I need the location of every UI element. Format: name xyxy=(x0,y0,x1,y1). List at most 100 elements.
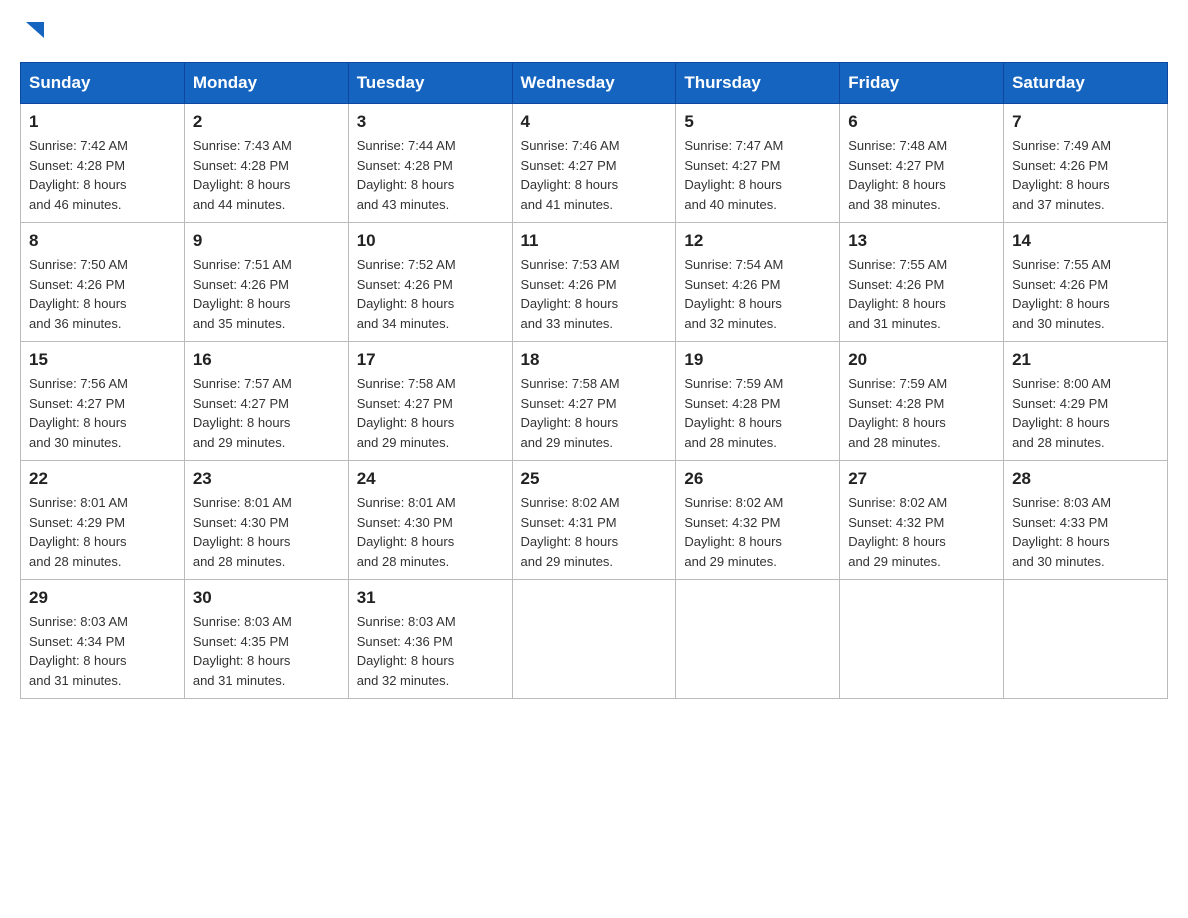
day-number: 25 xyxy=(521,469,668,489)
calendar-week-row: 1 Sunrise: 7:42 AM Sunset: 4:28 PM Dayli… xyxy=(21,104,1168,223)
calendar-cell: 15 Sunrise: 7:56 AM Sunset: 4:27 PM Dayl… xyxy=(21,342,185,461)
column-header-wednesday: Wednesday xyxy=(512,63,676,104)
day-info: Sunrise: 7:55 AM Sunset: 4:26 PM Dayligh… xyxy=(848,255,995,333)
day-info: Sunrise: 7:48 AM Sunset: 4:27 PM Dayligh… xyxy=(848,136,995,214)
day-info: Sunrise: 8:01 AM Sunset: 4:29 PM Dayligh… xyxy=(29,493,176,571)
day-info: Sunrise: 7:44 AM Sunset: 4:28 PM Dayligh… xyxy=(357,136,504,214)
calendar-cell: 11 Sunrise: 7:53 AM Sunset: 4:26 PM Dayl… xyxy=(512,223,676,342)
calendar-cell: 23 Sunrise: 8:01 AM Sunset: 4:30 PM Dayl… xyxy=(184,461,348,580)
day-number: 22 xyxy=(29,469,176,489)
calendar-cell: 18 Sunrise: 7:58 AM Sunset: 4:27 PM Dayl… xyxy=(512,342,676,461)
calendar-cell xyxy=(840,580,1004,699)
calendar-cell: 24 Sunrise: 8:01 AM Sunset: 4:30 PM Dayl… xyxy=(348,461,512,580)
calendar-cell: 8 Sunrise: 7:50 AM Sunset: 4:26 PM Dayli… xyxy=(21,223,185,342)
calendar-cell xyxy=(1004,580,1168,699)
day-number: 18 xyxy=(521,350,668,370)
day-info: Sunrise: 8:03 AM Sunset: 4:36 PM Dayligh… xyxy=(357,612,504,690)
day-number: 19 xyxy=(684,350,831,370)
calendar-cell: 17 Sunrise: 7:58 AM Sunset: 4:27 PM Dayl… xyxy=(348,342,512,461)
page-header xyxy=(20,20,1168,42)
logo xyxy=(20,20,44,42)
day-number: 4 xyxy=(521,112,668,132)
day-number: 26 xyxy=(684,469,831,489)
calendar-cell: 28 Sunrise: 8:03 AM Sunset: 4:33 PM Dayl… xyxy=(1004,461,1168,580)
day-info: Sunrise: 7:47 AM Sunset: 4:27 PM Dayligh… xyxy=(684,136,831,214)
day-number: 15 xyxy=(29,350,176,370)
day-number: 29 xyxy=(29,588,176,608)
calendar-cell: 2 Sunrise: 7:43 AM Sunset: 4:28 PM Dayli… xyxy=(184,104,348,223)
calendar-cell: 19 Sunrise: 7:59 AM Sunset: 4:28 PM Dayl… xyxy=(676,342,840,461)
calendar-cell xyxy=(512,580,676,699)
day-info: Sunrise: 7:50 AM Sunset: 4:26 PM Dayligh… xyxy=(29,255,176,333)
day-number: 23 xyxy=(193,469,340,489)
calendar-cell: 12 Sunrise: 7:54 AM Sunset: 4:26 PM Dayl… xyxy=(676,223,840,342)
day-number: 24 xyxy=(357,469,504,489)
calendar-cell: 20 Sunrise: 7:59 AM Sunset: 4:28 PM Dayl… xyxy=(840,342,1004,461)
calendar-cell: 7 Sunrise: 7:49 AM Sunset: 4:26 PM Dayli… xyxy=(1004,104,1168,223)
day-number: 8 xyxy=(29,231,176,251)
day-info: Sunrise: 7:49 AM Sunset: 4:26 PM Dayligh… xyxy=(1012,136,1159,214)
calendar-cell: 9 Sunrise: 7:51 AM Sunset: 4:26 PM Dayli… xyxy=(184,223,348,342)
calendar-cell: 6 Sunrise: 7:48 AM Sunset: 4:27 PM Dayli… xyxy=(840,104,1004,223)
day-info: Sunrise: 7:59 AM Sunset: 4:28 PM Dayligh… xyxy=(848,374,995,452)
day-info: Sunrise: 7:42 AM Sunset: 4:28 PM Dayligh… xyxy=(29,136,176,214)
logo-text xyxy=(20,20,44,42)
day-number: 10 xyxy=(357,231,504,251)
day-info: Sunrise: 8:02 AM Sunset: 4:32 PM Dayligh… xyxy=(848,493,995,571)
calendar-cell: 22 Sunrise: 8:01 AM Sunset: 4:29 PM Dayl… xyxy=(21,461,185,580)
day-number: 16 xyxy=(193,350,340,370)
day-number: 17 xyxy=(357,350,504,370)
day-number: 9 xyxy=(193,231,340,251)
day-info: Sunrise: 7:54 AM Sunset: 4:26 PM Dayligh… xyxy=(684,255,831,333)
day-info: Sunrise: 8:03 AM Sunset: 4:34 PM Dayligh… xyxy=(29,612,176,690)
day-info: Sunrise: 7:55 AM Sunset: 4:26 PM Dayligh… xyxy=(1012,255,1159,333)
day-info: Sunrise: 8:00 AM Sunset: 4:29 PM Dayligh… xyxy=(1012,374,1159,452)
logo-arrow-icon xyxy=(22,20,44,42)
day-number: 12 xyxy=(684,231,831,251)
calendar-cell: 3 Sunrise: 7:44 AM Sunset: 4:28 PM Dayli… xyxy=(348,104,512,223)
day-number: 2 xyxy=(193,112,340,132)
calendar-cell: 1 Sunrise: 7:42 AM Sunset: 4:28 PM Dayli… xyxy=(21,104,185,223)
calendar-cell: 10 Sunrise: 7:52 AM Sunset: 4:26 PM Dayl… xyxy=(348,223,512,342)
calendar-cell xyxy=(676,580,840,699)
day-info: Sunrise: 8:02 AM Sunset: 4:31 PM Dayligh… xyxy=(521,493,668,571)
day-info: Sunrise: 8:03 AM Sunset: 4:35 PM Dayligh… xyxy=(193,612,340,690)
column-header-monday: Monday xyxy=(184,63,348,104)
day-number: 20 xyxy=(848,350,995,370)
calendar-cell: 14 Sunrise: 7:55 AM Sunset: 4:26 PM Dayl… xyxy=(1004,223,1168,342)
calendar-cell: 21 Sunrise: 8:00 AM Sunset: 4:29 PM Dayl… xyxy=(1004,342,1168,461)
day-number: 31 xyxy=(357,588,504,608)
calendar-cell: 31 Sunrise: 8:03 AM Sunset: 4:36 PM Dayl… xyxy=(348,580,512,699)
calendar-week-row: 15 Sunrise: 7:56 AM Sunset: 4:27 PM Dayl… xyxy=(21,342,1168,461)
day-number: 5 xyxy=(684,112,831,132)
day-info: Sunrise: 7:56 AM Sunset: 4:27 PM Dayligh… xyxy=(29,374,176,452)
day-number: 7 xyxy=(1012,112,1159,132)
day-number: 13 xyxy=(848,231,995,251)
calendar-cell: 4 Sunrise: 7:46 AM Sunset: 4:27 PM Dayli… xyxy=(512,104,676,223)
day-info: Sunrise: 7:51 AM Sunset: 4:26 PM Dayligh… xyxy=(193,255,340,333)
day-info: Sunrise: 7:57 AM Sunset: 4:27 PM Dayligh… xyxy=(193,374,340,452)
calendar-cell: 26 Sunrise: 8:02 AM Sunset: 4:32 PM Dayl… xyxy=(676,461,840,580)
day-info: Sunrise: 7:53 AM Sunset: 4:26 PM Dayligh… xyxy=(521,255,668,333)
calendar-cell: 13 Sunrise: 7:55 AM Sunset: 4:26 PM Dayl… xyxy=(840,223,1004,342)
calendar-cell: 27 Sunrise: 8:02 AM Sunset: 4:32 PM Dayl… xyxy=(840,461,1004,580)
day-info: Sunrise: 8:01 AM Sunset: 4:30 PM Dayligh… xyxy=(357,493,504,571)
day-number: 27 xyxy=(848,469,995,489)
day-number: 6 xyxy=(848,112,995,132)
day-number: 14 xyxy=(1012,231,1159,251)
day-info: Sunrise: 7:43 AM Sunset: 4:28 PM Dayligh… xyxy=(193,136,340,214)
day-info: Sunrise: 8:02 AM Sunset: 4:32 PM Dayligh… xyxy=(684,493,831,571)
day-number: 11 xyxy=(521,231,668,251)
column-header-saturday: Saturday xyxy=(1004,63,1168,104)
calendar-week-row: 22 Sunrise: 8:01 AM Sunset: 4:29 PM Dayl… xyxy=(21,461,1168,580)
day-number: 21 xyxy=(1012,350,1159,370)
day-info: Sunrise: 8:03 AM Sunset: 4:33 PM Dayligh… xyxy=(1012,493,1159,571)
calendar-cell: 5 Sunrise: 7:47 AM Sunset: 4:27 PM Dayli… xyxy=(676,104,840,223)
column-header-friday: Friday xyxy=(840,63,1004,104)
day-info: Sunrise: 7:59 AM Sunset: 4:28 PM Dayligh… xyxy=(684,374,831,452)
calendar-week-row: 8 Sunrise: 7:50 AM Sunset: 4:26 PM Dayli… xyxy=(21,223,1168,342)
day-info: Sunrise: 7:58 AM Sunset: 4:27 PM Dayligh… xyxy=(357,374,504,452)
calendar-cell: 29 Sunrise: 8:03 AM Sunset: 4:34 PM Dayl… xyxy=(21,580,185,699)
day-info: Sunrise: 7:46 AM Sunset: 4:27 PM Dayligh… xyxy=(521,136,668,214)
day-info: Sunrise: 7:52 AM Sunset: 4:26 PM Dayligh… xyxy=(357,255,504,333)
